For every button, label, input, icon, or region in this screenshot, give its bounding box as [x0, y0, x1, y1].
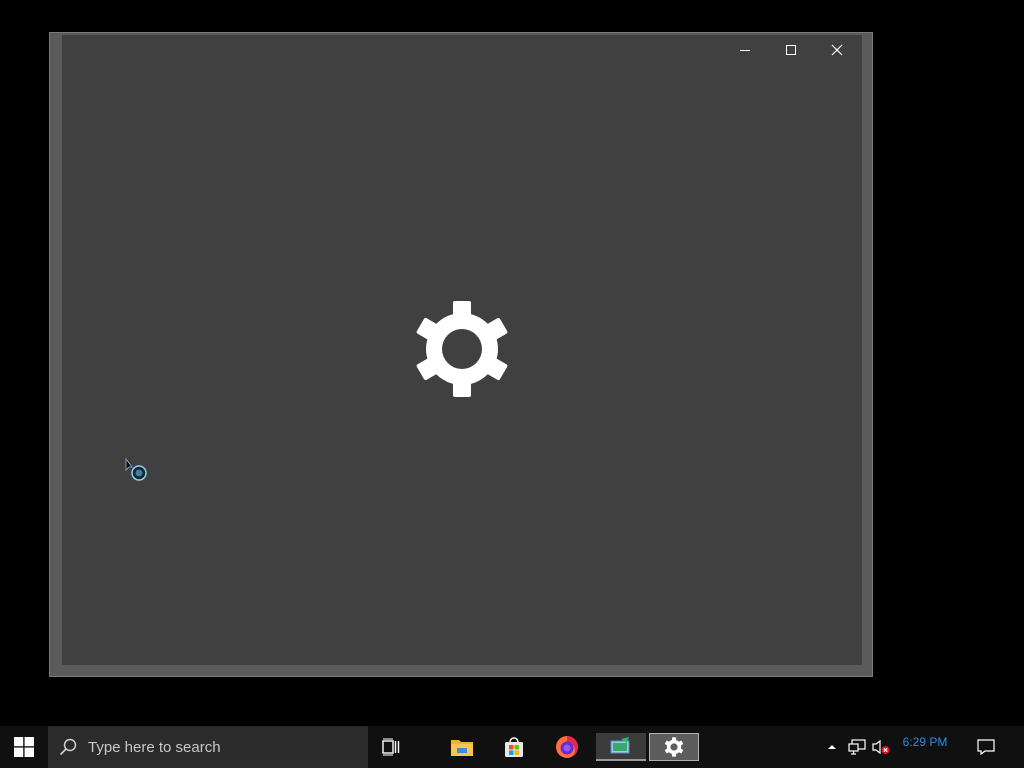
file-explorer-button[interactable] — [437, 726, 487, 768]
task-view-icon — [382, 738, 400, 756]
settings-taskbar-button[interactable] — [649, 733, 699, 761]
windows-logo-icon — [14, 737, 34, 757]
minimize-button[interactable] — [722, 35, 768, 65]
start-button[interactable] — [0, 726, 48, 768]
close-icon — [831, 44, 843, 56]
microsoft-store-button[interactable] — [489, 726, 539, 768]
close-button[interactable] — [814, 35, 860, 65]
chevron-up-icon — [828, 745, 836, 749]
busy-cursor-icon — [125, 458, 147, 481]
microsoft-store-icon — [505, 737, 523, 757]
task-view-button[interactable] — [367, 726, 417, 768]
volume-muted-icon — [872, 739, 890, 755]
search-input[interactable]: Type here to search — [48, 726, 368, 768]
minimize-icon — [740, 50, 750, 51]
firefox-icon — [556, 736, 578, 758]
running-app-icon — [610, 737, 630, 754]
search-placeholder: Type here to search — [88, 738, 221, 756]
gear-icon — [416, 301, 508, 397]
network-icon — [848, 739, 866, 755]
running-app-button[interactable] — [596, 733, 646, 761]
window-frame-bottom — [50, 665, 872, 676]
settings-window — [49, 32, 873, 677]
window-frame-left — [50, 33, 62, 676]
firefox-button[interactable] — [542, 726, 592, 768]
taskbar: Type here to search 6:29 PM — [0, 726, 1024, 768]
action-center-button[interactable] — [966, 726, 1006, 768]
action-center-icon — [977, 739, 995, 755]
clock[interactable]: 6:29 PM — [898, 735, 952, 749]
settings-icon — [664, 737, 684, 757]
network-button[interactable] — [845, 726, 869, 768]
caption-buttons — [722, 35, 860, 65]
show-hidden-icons-button[interactable] — [822, 726, 842, 768]
maximize-icon — [786, 45, 796, 55]
clock-time: 6:29 PM — [902, 735, 948, 749]
file-explorer-icon — [451, 740, 473, 756]
search-icon — [48, 738, 88, 756]
maximize-button[interactable] — [768, 35, 814, 65]
volume-button[interactable] — [870, 726, 892, 768]
window-frame-right — [862, 33, 872, 676]
